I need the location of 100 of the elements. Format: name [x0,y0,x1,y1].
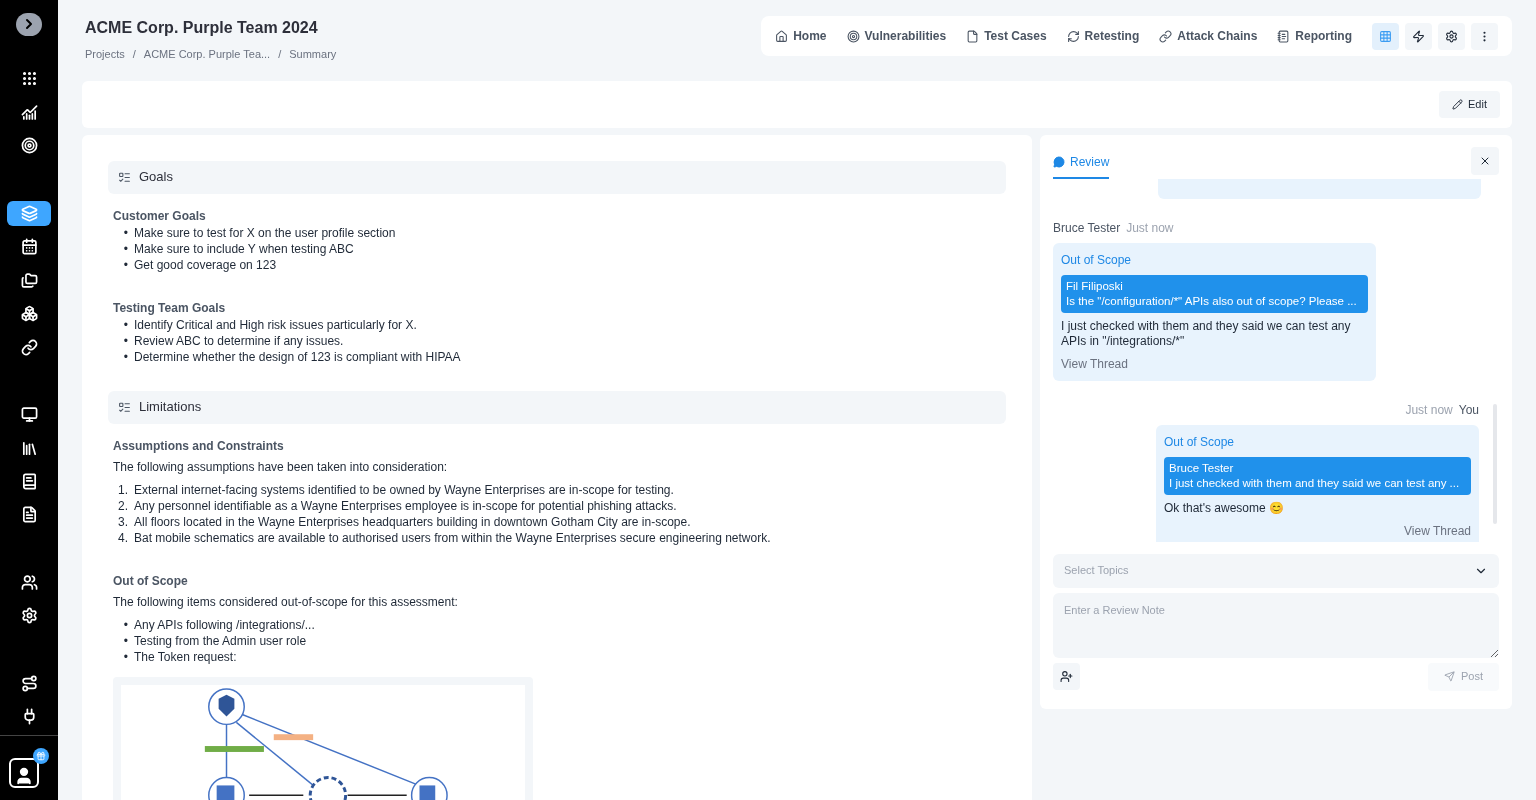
list-marker: 1. [117,481,129,498]
message-text: I just checked with them and they said we can test any APIs in "/integrations/*" [1061,318,1352,349]
link-icon [20,338,38,356]
calendar-icon [20,238,38,256]
layers-icon [20,204,38,222]
intro-text: The following assumptions have been taken into consideration: [113,458,449,476]
list-item: Make sure to test for X on the user profile section [134,224,396,241]
list-icon [118,400,131,414]
home-icon [775,29,789,43]
list-item: Get good coverage on 123 [134,256,277,273]
link-icon [1159,29,1173,43]
list-marker: • [122,240,129,257]
review-tab[interactable]: Review [1053,152,1110,179]
list-item: Any personnel identifiable as a Wayne Enterprises employee is in-scope for potential phishing attacks. [134,497,677,514]
list-marker: 2. [117,497,129,514]
route-icon [20,674,38,692]
document-icon [20,506,38,524]
topic-label: Out of Scope [1164,433,1236,451]
subsection-heading: Customer Goals [113,207,207,225]
subsection-heading: Testing Team Goals [113,299,227,317]
target-icon [846,29,860,43]
list-marker: • [122,224,129,241]
list-item: Determine whether the design of 123 is compliant with HIPAA [134,348,461,365]
nav-tab[interactable]: Attack Chains [1159,27,1258,45]
breadcrumb-separator: / [132,47,136,62]
list-marker: 4. [117,529,129,546]
list-item: Bat mobile schematics are available to authorised users from within the Wayne Enterprises secure engineering network. [134,529,771,546]
list-marker: • [122,648,129,665]
section-title: Limitations [139,398,202,417]
list-marker: • [122,316,129,333]
chat-icon [1053,155,1065,168]
quote-text: Is the "/configuration/*" APIs also out of scope? Please ... [1066,293,1358,309]
quote-text: I just checked with them and they said we can test any ... [1169,475,1461,491]
sidebar-item[interactable] [7,201,51,226]
list-item: The Token request: [134,648,237,665]
target-icon [20,137,38,155]
toolbar-button[interactable] [1438,22,1465,50]
list-item: Testing from the Admin user role [134,632,307,649]
review-note-field[interactable]: Enter a Review Note [1053,592,1499,658]
list-item: All floors located in the Wayne Enterprises headquarters building in downtown Gotham City are in-scope. [134,513,691,530]
quote-author: Bruce Tester [1169,460,1235,476]
author-name: Bruce Tester [1053,219,1121,237]
list-icon [118,170,131,184]
edit-button[interactable]: Edit [1439,90,1500,118]
list-marker: 3. [117,513,129,530]
list-item: Make sure to include Y when testing ABC [134,240,354,257]
view-thread-link[interactable]: View Thread [1404,521,1471,540]
post-button[interactable]: Post [1428,662,1499,691]
report-icon [1277,29,1291,43]
avatar[interactable] [9,758,39,788]
list-marker: • [122,256,129,273]
settings-icon [20,607,38,625]
mention-button[interactable] [1053,662,1080,690]
expand-button[interactable] [16,13,42,36]
lightning-icon [1412,29,1425,43]
nav-tab[interactable]: Retesting [1066,27,1140,45]
subsection-heading: Assumptions and Constraints [113,437,285,455]
users-icon [20,573,38,591]
person-icon [14,766,34,786]
list-item: Any APIs following /integrations/... [134,616,315,633]
breadcrumb-link[interactable]: ACME Corp. Purple Tea... [143,46,271,63]
list-marker: • [122,632,129,649]
add-user-icon [1060,669,1073,683]
settings-icon [1445,29,1458,43]
timestamp: Just now [1405,401,1453,419]
pencil-icon [1452,98,1464,110]
nav-tab[interactable]: Test Cases [966,27,1047,45]
folder-icon [20,271,38,289]
grid-icon [1379,29,1392,43]
list-marker: • [122,616,129,633]
book-icon [20,472,38,490]
books-icon [20,439,38,457]
list-item: External internet-facing systems identified to be owned by Wayne Enterprises are in-scope for testing. [134,481,674,498]
breadcrumb-link[interactable]: Summary [289,46,337,63]
topics-select[interactable]: Select Topics [1053,553,1499,588]
list-marker: • [122,348,129,365]
subsection-heading: Out of Scope [113,572,189,590]
intro-text: The following items considered out-of-scope for this assessment: [113,593,459,611]
nav-tab[interactable]: Vulnerabilities [846,27,947,45]
document-icon [966,29,980,43]
toolbar-button[interactable] [1405,22,1432,50]
author-name: You [1458,401,1479,419]
nav-tab[interactable]: Reporting [1277,27,1352,45]
nav-tab[interactable]: Home [775,27,827,45]
refresh-icon [1066,29,1080,43]
page-title: ACME Corp. Purple Team 2024 [85,18,319,38]
message-text: Ok that's awesome 😊 [1164,500,1285,516]
chart-icon [20,103,38,121]
send-icon [1444,671,1455,682]
quote-author: Fil Filiposki [1066,278,1124,294]
monitor-icon [20,406,38,424]
breadcrumb-separator: / [278,47,282,62]
breadcrumb-link[interactable]: Projects [85,46,125,63]
list-item: Review ABC to determine if any issues. [134,332,344,349]
cubes-icon [20,305,38,323]
view-thread-link[interactable]: View Thread [1061,354,1128,373]
list-marker: • [122,332,129,349]
grid-icon [20,70,38,88]
topic-label: Out of Scope [1061,251,1133,269]
list-item: Identify Critical and High risk issues particularly for X. [134,316,417,333]
